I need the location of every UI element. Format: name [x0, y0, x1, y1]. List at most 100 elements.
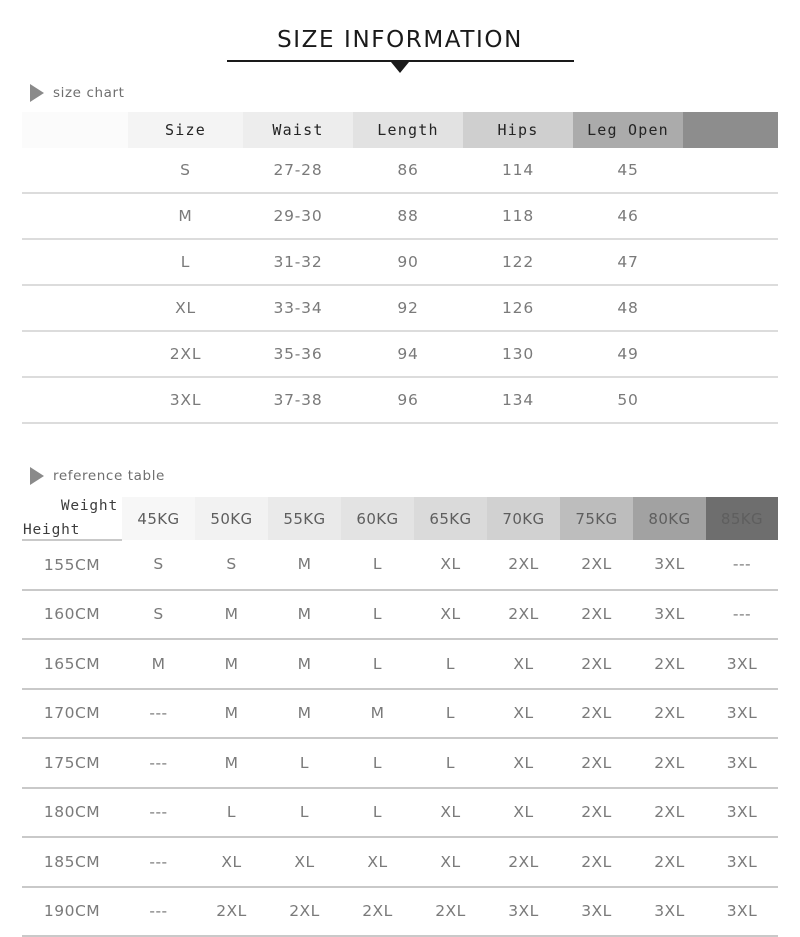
cell-size: L	[341, 540, 414, 591]
size-chart-header-cell-length: Length	[353, 112, 463, 148]
row-spacer-cell	[22, 331, 128, 378]
cell-height: 190CM	[22, 886, 122, 937]
cell-size: M	[195, 589, 268, 640]
cell-size: L	[341, 738, 414, 789]
cell-length: 90	[353, 239, 463, 286]
cell-size: M	[195, 688, 268, 739]
cell-size: 2XL	[487, 540, 560, 591]
corner-height-label: Height	[23, 522, 81, 538]
cell-size: ---	[122, 688, 195, 739]
cell-size: XL	[341, 837, 414, 888]
cell-height: 155CM	[22, 540, 122, 591]
cell-size: XL	[487, 639, 560, 690]
cell-size: 3XL	[560, 886, 633, 937]
cell-size: XL	[128, 285, 243, 332]
table-row: 155CM S S M L XL 2XL 2XL 3XL ---	[22, 540, 778, 591]
section-label-reference-table: reference table	[30, 467, 165, 485]
cell-size: ---	[122, 886, 195, 937]
size-chart-body: S 27-28 86 114 45 M 29-30 88 118 46 L 31…	[22, 148, 778, 424]
table-row: 190CM --- 2XL 2XL 2XL 2XL 3XL 3XL 3XL 3X…	[22, 886, 778, 937]
size-chart-header-cell-size: Size	[128, 112, 243, 148]
cell-height: 165CM	[22, 639, 122, 690]
cell-size: XL	[195, 837, 268, 888]
section-label-text: size chart	[53, 85, 125, 101]
size-chart-table: Size Waist Length Hips Leg Open S 27-28 …	[22, 112, 778, 424]
cell-size: S	[122, 540, 195, 591]
size-chart-header-cell-0	[22, 112, 128, 148]
cell-waist: 35-36	[243, 331, 353, 378]
cell-height: 170CM	[22, 688, 122, 739]
cell-leg-open: 50	[573, 377, 683, 424]
cell-leg-open: 45	[573, 148, 683, 194]
table-row: 160CM S M M L XL 2XL 2XL 3XL ---	[22, 589, 778, 640]
cell-size: 2XL	[560, 738, 633, 789]
cell-size: XL	[487, 738, 560, 789]
page-title: SIZE INFORMATION	[277, 27, 523, 53]
cell-length: 86	[353, 148, 463, 194]
size-chart-header-cell-leg-open: Leg Open	[573, 112, 683, 148]
cell-size: ---	[122, 738, 195, 789]
cell-size: 2XL	[560, 837, 633, 888]
cell-size: ---	[706, 540, 778, 591]
row-spacer-cell	[22, 377, 128, 424]
cell-size: ---	[706, 589, 778, 640]
cell-leg-open: 46	[573, 193, 683, 240]
weight-header-55kg: 55KG	[268, 497, 341, 540]
cell-trailing	[683, 331, 778, 378]
cell-size: M	[341, 688, 414, 739]
cell-size: 3XL	[633, 589, 706, 640]
table-row: 180CM --- L L L XL XL 2XL 2XL 3XL	[22, 787, 778, 838]
cell-size: XL	[414, 540, 487, 591]
cell-size: 2XL	[633, 787, 706, 838]
cell-size: M	[195, 738, 268, 789]
cell-size: 3XL	[633, 540, 706, 591]
title-divider	[226, 60, 574, 74]
row-spacer-cell	[22, 285, 128, 332]
table-row: 185CM --- XL XL XL XL 2XL 2XL 2XL 3XL	[22, 837, 778, 888]
weight-header-85kg: 85KG	[706, 497, 778, 540]
triangle-down-icon	[391, 62, 409, 73]
cell-length: 92	[353, 285, 463, 332]
table-row: 2XL 35-36 94 130 49	[22, 331, 778, 378]
size-chart-header-cell-hips: Hips	[463, 112, 573, 148]
cell-size: L	[341, 787, 414, 838]
cell-size: 3XL	[706, 688, 778, 739]
cell-size: 3XL	[706, 837, 778, 888]
cell-trailing	[683, 239, 778, 286]
cell-waist: 33-34	[243, 285, 353, 332]
reference-table-body: 155CM S S M L XL 2XL 2XL 3XL --- 160CM S…	[22, 540, 778, 937]
corner-weight-label: Weight	[60, 498, 118, 514]
cell-size: 2XL	[560, 688, 633, 739]
weight-header-70kg: 70KG	[487, 497, 560, 540]
cell-size: XL	[414, 837, 487, 888]
cell-length: 94	[353, 331, 463, 378]
cell-size: L	[414, 639, 487, 690]
table-row: XL 33-34 92 126 48	[22, 285, 778, 332]
cell-size: M	[128, 193, 243, 240]
cell-height: 175CM	[22, 738, 122, 789]
cell-length: 96	[353, 377, 463, 424]
cell-size: 3XL	[706, 738, 778, 789]
cell-size: ---	[122, 837, 195, 888]
table-row: 3XL 37-38 96 134 50	[22, 377, 778, 424]
weight-header-50kg: 50KG	[195, 497, 268, 540]
cell-size: XL	[487, 787, 560, 838]
cell-size: 2XL	[195, 886, 268, 937]
cell-size: 2XL	[633, 738, 706, 789]
table-row: S 27-28 86 114 45	[22, 148, 778, 194]
cell-size: 2XL	[268, 886, 341, 937]
cell-hips: 114	[463, 148, 573, 194]
size-chart-header-cell-6	[683, 112, 778, 148]
cell-size: 2XL	[633, 688, 706, 739]
cell-size: 2XL	[633, 837, 706, 888]
cell-size: L	[128, 239, 243, 286]
cell-size: S	[128, 148, 243, 194]
triangle-right-icon	[30, 84, 44, 102]
cell-trailing	[683, 285, 778, 332]
cell-size: L	[195, 787, 268, 838]
cell-size: XL	[414, 589, 487, 640]
weight-header-60kg: 60KG	[341, 497, 414, 540]
table-row: 175CM --- M L L L XL 2XL 2XL 3XL	[22, 738, 778, 789]
size-chart-header-row: Size Waist Length Hips Leg Open	[22, 112, 778, 148]
cell-trailing	[683, 148, 778, 194]
